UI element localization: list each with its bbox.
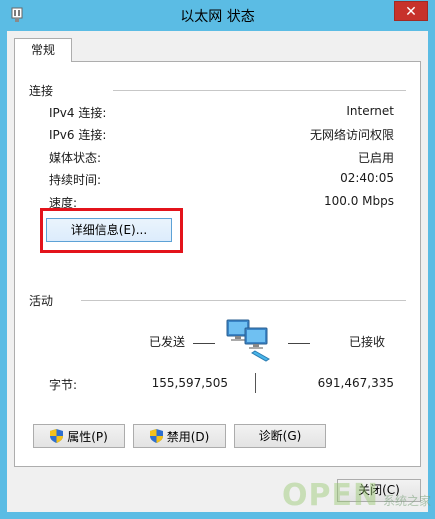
sent-label: 已发送 (149, 335, 186, 349)
general-tab-panel: 连接 IPv4 连接: Internet IPv6 连接: 无网络访问权限 媒体… (14, 61, 421, 467)
close-window-button[interactable]: ✕ (394, 1, 428, 21)
tab-general[interactable]: 常规 (14, 38, 72, 62)
network-computers-icon (226, 319, 270, 362)
disable-button-label: 禁用(D) (166, 429, 210, 444)
properties-button[interactable]: 属性(P) (33, 424, 125, 448)
media-state-value: 已启用 (357, 151, 394, 165)
activity-group-title: 活动 (29, 294, 54, 308)
ipv4-value: Internet (346, 104, 394, 118)
ethernet-status-window: 以太网 状态 ✕ 常规 连接 IPv4 连接: Internet IPv6 连接… (0, 0, 435, 519)
ipv6-value: 无网络访问权限 (309, 128, 394, 142)
disable-button[interactable]: 禁用(D) (133, 424, 226, 448)
speed-value: 100.0 Mbps (323, 194, 394, 208)
ipv6-label: IPv6 连接: (49, 128, 107, 142)
bytes-received-value: 691,467,335 (317, 376, 394, 390)
bytes-sent-value: 155,597,505 (151, 376, 228, 390)
duration-label: 持续时间: (49, 173, 102, 187)
uac-shield-icon (149, 429, 163, 443)
connection-group-title: 连接 (29, 84, 54, 98)
bytes-label: 字节: (49, 378, 78, 392)
uac-shield-icon (50, 429, 64, 443)
duration-value: 02:40:05 (340, 171, 394, 185)
sent-connector-line (193, 343, 215, 344)
bytes-separator (255, 373, 256, 393)
received-label: 已接收 (349, 335, 386, 349)
activity-group-divider (81, 300, 406, 301)
close-button[interactable]: 关闭(C) (337, 479, 421, 502)
media-state-label: 媒体状态: (49, 151, 102, 165)
ipv4-label: IPv4 连接: (49, 106, 107, 120)
properties-button-label: 属性(P) (67, 429, 108, 444)
received-connector-line (288, 343, 310, 344)
window-title: 以太网 状态 (180, 9, 255, 25)
title-bar[interactable]: 以太网 状态 ✕ (0, 0, 435, 30)
connection-group-divider (113, 90, 406, 91)
diagnose-button[interactable]: 诊断(G) (234, 424, 326, 448)
red-highlight-box (40, 208, 183, 253)
